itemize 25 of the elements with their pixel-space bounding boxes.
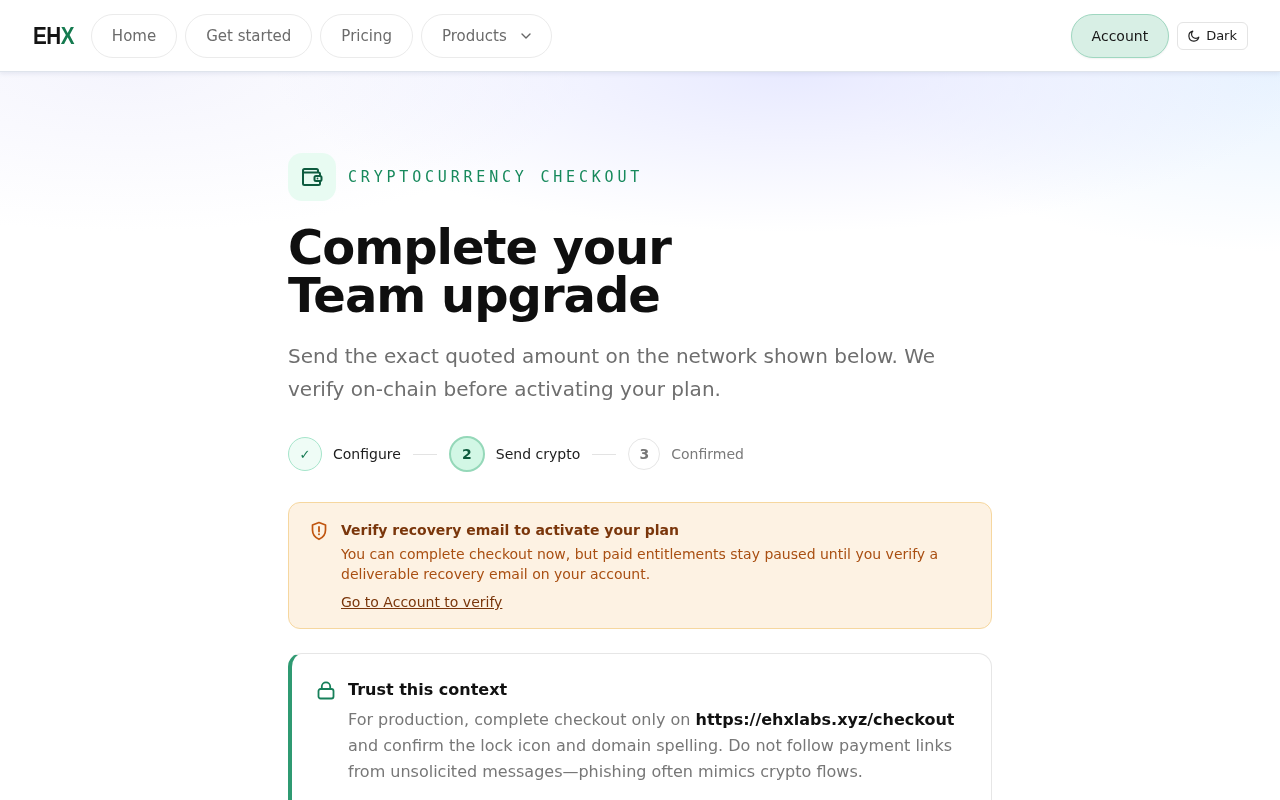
nav-link[interactable]: Get started <box>185 13 313 58</box>
step-marker: 3 <box>628 438 661 470</box>
step-label: Send crypto <box>495 446 581 462</box>
theme-toggle-button[interactable]: Dark <box>1177 21 1248 50</box>
moon-icon <box>1188 29 1201 42</box>
logo[interactable]: EHX <box>33 21 75 50</box>
alert-title: Verify recovery email to activate your plan <box>341 521 680 540</box>
card-title: Trust this context <box>348 679 509 701</box>
lock-icon <box>317 681 335 700</box>
page-subtitle: Send the exact quoted amount on the network shown below. We verify on-chain before activating your plan. <box>288 343 937 403</box>
section-label: CRYPTOCURRENCY CHECKOUT <box>348 168 644 186</box>
step-marker: ✓ <box>288 437 322 471</box>
chevron-down-icon <box>520 32 531 39</box>
nav-link[interactable]: Pricing <box>320 13 413 58</box>
nav-link[interactable]: Products <box>420 13 552 58</box>
nav-link[interactable]: Home <box>90 13 178 58</box>
shield-icon <box>310 521 328 541</box>
verify-account-link[interactable]: Go to Account to verify <box>341 592 503 612</box>
card-text: For production, complete checkout only on https://ehxlabs.xyz/checkout and confirm the lock icon and domain spelling. Do not follow payment links from unsolicited messages—phishing often mimics crypto flows. <box>348 709 956 783</box>
account-button[interactable]: Account <box>1070 13 1170 58</box>
step-label: Confirmed <box>671 446 744 462</box>
step-marker: 2 <box>448 436 485 472</box>
step-label: Configure <box>333 446 401 462</box>
alert-message: You can complete checkout now, but paid entitlements stay paused until you verify a deliverable recovery email on your account. <box>341 545 940 584</box>
wallet-icon <box>288 153 336 201</box>
